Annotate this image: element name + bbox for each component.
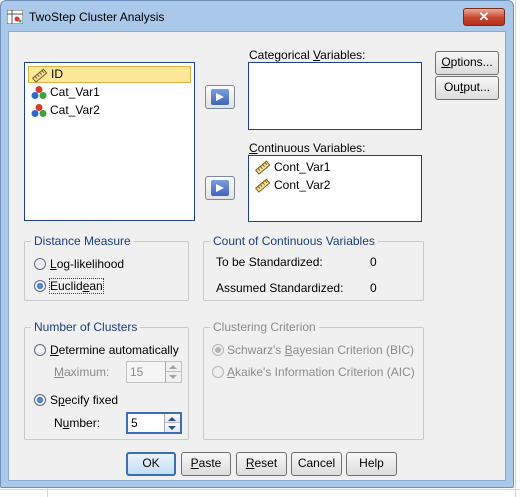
- to-be-standardized-value: 0: [370, 255, 377, 269]
- nominal-icon: [31, 86, 47, 99]
- distance-measure-group: Distance Measure Log-likelihood Euclidea…: [24, 234, 189, 301]
- number-label: Number:: [54, 416, 101, 430]
- bic-radio[interactable]: [212, 344, 224, 356]
- to-be-standardized-label: To be Standardized:: [216, 255, 323, 269]
- move-to-continuous-button[interactable]: [205, 176, 235, 200]
- output-button[interactable]: Output...: [435, 76, 499, 100]
- number-of-clusters-stepper[interactable]: 5: [126, 412, 182, 434]
- aic-label: Akaike's Information Criterion (AIC): [227, 365, 415, 379]
- log-likelihood-label: Log-likelihood: [50, 257, 125, 271]
- spin-up-button[interactable]: [165, 414, 180, 423]
- spin-down-button[interactable]: [166, 372, 181, 382]
- determine-automatically-label: Determine automatically: [50, 343, 179, 357]
- arrow-right-icon: [216, 93, 224, 101]
- close-button[interactable]: ✕: [463, 8, 505, 26]
- source-variable-list[interactable]: ID Cat_Var1 Cat_Var2: [24, 62, 195, 221]
- chevron-up-icon: [169, 365, 177, 369]
- specify-fixed-radio[interactable]: [34, 394, 46, 406]
- list-item-label: ID: [51, 67, 63, 81]
- help-button[interactable]: Help: [346, 452, 397, 476]
- scale-icon: [255, 178, 271, 193]
- specify-fixed-label: Specify fixed: [50, 393, 119, 407]
- title-bar[interactable]: TwoStep Cluster Analysis ✕: [1, 1, 513, 31]
- assumed-standardized-label: Assumed Standardized:: [216, 281, 344, 295]
- euclidean-label: Euclidean: [49, 278, 104, 294]
- nominal-icon: [31, 104, 47, 117]
- arrow-right-icon: [216, 184, 224, 192]
- continuous-variables-list[interactable]: Cont_Var1 Cont_Var2: [248, 155, 422, 222]
- list-item[interactable]: Cont_Var1: [252, 159, 330, 176]
- list-item[interactable]: Cont_Var2: [252, 177, 330, 194]
- list-item[interactable]: ID: [28, 66, 191, 83]
- group-title: Count of Continuous Variables: [210, 234, 378, 248]
- maximum-label: Maximum:: [54, 365, 110, 379]
- scale-icon: [32, 68, 48, 83]
- aic-radio[interactable]: [212, 366, 224, 378]
- group-title: Number of Clusters: [31, 320, 141, 334]
- list-item-label: Cat_Var1: [50, 85, 100, 99]
- cluster-app-icon: [7, 10, 23, 24]
- bic-label: Schwarz's Bayesian Criterion (BIC): [227, 343, 415, 357]
- ok-button[interactable]: OK: [126, 452, 176, 476]
- assumed-standardized-value: 0: [370, 281, 377, 295]
- close-icon: ✕: [478, 9, 490, 24]
- group-title: Distance Measure: [31, 234, 134, 248]
- categorical-variables-label: Categorical Variables:: [249, 48, 366, 62]
- window-title: TwoStep Cluster Analysis: [29, 10, 165, 24]
- list-item-label: Cat_Var2: [50, 103, 100, 117]
- chevron-down-icon: [168, 426, 176, 430]
- cancel-button[interactable]: Cancel: [291, 452, 342, 476]
- list-item-label: Cont_Var2: [274, 178, 331, 192]
- euclidean-radio[interactable]: [34, 280, 46, 292]
- move-to-categorical-button[interactable]: [205, 85, 235, 109]
- two-step-cluster-dialog: TwoStep Cluster Analysis ✕ ID Cat_Var1 C…: [0, 0, 514, 488]
- determine-automatically-radio[interactable]: [34, 344, 46, 356]
- spin-down-button[interactable]: [165, 423, 180, 432]
- chevron-up-icon: [168, 417, 176, 421]
- log-likelihood-radio[interactable]: [34, 258, 46, 270]
- continuous-variables-label: Continuous Variables:: [249, 141, 366, 155]
- spin-up-button[interactable]: [166, 362, 181, 372]
- dialog-body: ID Cat_Var1 Cat_Var2 Categorical Variabl…: [8, 31, 506, 481]
- maximum-value: 15: [130, 365, 144, 379]
- clustering-criterion-group: Clustering Criterion Schwarz's Bayesian …: [203, 320, 424, 440]
- list-item[interactable]: Cat_Var1: [28, 84, 100, 101]
- chevron-down-icon: [169, 375, 177, 379]
- number-value: 5: [131, 416, 138, 430]
- reset-button[interactable]: Reset: [236, 452, 287, 476]
- number-of-clusters-group: Number of Clusters Determine automatical…: [24, 320, 189, 440]
- list-item[interactable]: Cat_Var2: [28, 102, 100, 119]
- categorical-variables-list[interactable]: [248, 62, 422, 130]
- scale-icon: [255, 160, 271, 175]
- paste-button[interactable]: Paste: [181, 452, 231, 476]
- maximum-clusters-stepper[interactable]: 15: [126, 361, 182, 383]
- count-continuous-group: Count of Continuous Variables To be Stan…: [203, 234, 424, 301]
- options-button[interactable]: Options...: [435, 51, 499, 75]
- group-title: Clustering Criterion: [210, 320, 319, 334]
- list-item-label: Cont_Var1: [274, 160, 331, 174]
